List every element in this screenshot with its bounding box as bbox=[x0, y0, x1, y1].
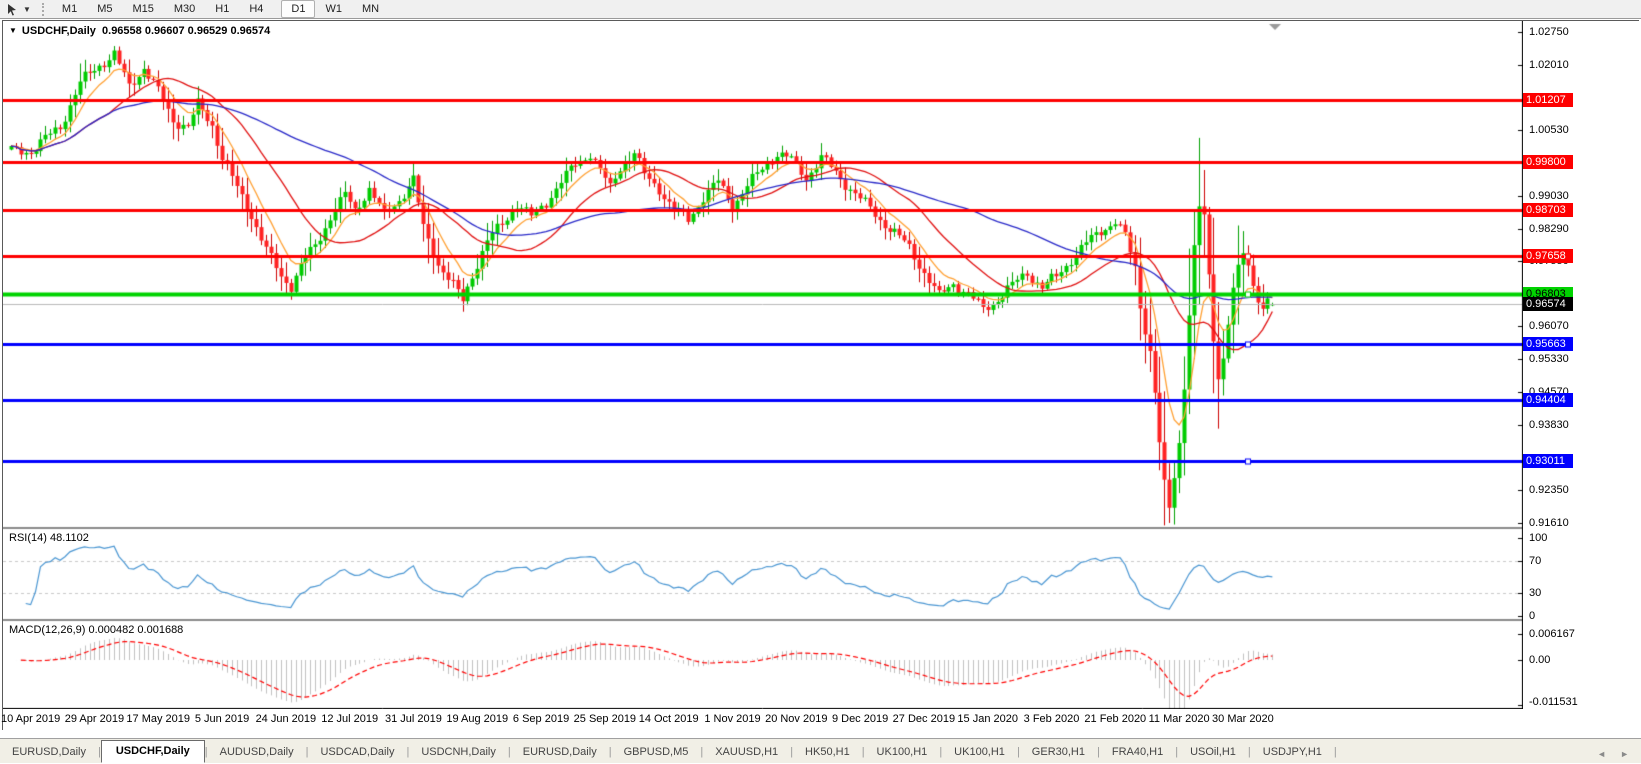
date-axis-label: 14 Oct 2019 bbox=[638, 713, 699, 725]
chart-tab-audusd-daily[interactable]: AUDUSD,Daily bbox=[208, 742, 306, 763]
chart-title: ▼ USDCHF,Daily 0.96558 0.96607 0.96529 0.… bbox=[9, 25, 270, 37]
chart-tab-usdcad-daily[interactable]: USDCAD,Daily bbox=[308, 742, 406, 763]
chart-tab-eurusd-daily[interactable]: EURUSD,Daily bbox=[511, 742, 609, 763]
chart-tab-ger30-h1[interactable]: GER30,H1 bbox=[1020, 742, 1097, 763]
price-level-tag: 0.99800 bbox=[1523, 155, 1573, 169]
chart-tab-bar: EURUSD,Daily | USDCHF,Daily | AUDUSD,Daily | U… bbox=[0, 738, 1641, 763]
timeframe-button-M15[interactable]: M15 bbox=[122, 0, 163, 18]
chart-tab-gbpusd-m5[interactable]: GBPUSD,M5 bbox=[612, 742, 701, 763]
price-axis-label: 1.02010 bbox=[1529, 58, 1569, 71]
chart-symbol-label: USDCHF,Daily bbox=[21, 25, 96, 37]
chart-tab-usoil-h1[interactable]: USOil,H1 bbox=[1178, 742, 1248, 763]
chart-tabs: EURUSD,Daily | USDCHF,Daily | AUDUSD,Daily | U… bbox=[0, 739, 1597, 763]
tab-scroll-arrows: ◄ ► bbox=[1597, 749, 1641, 763]
rsi-axis-label: 0 bbox=[1529, 610, 1536, 622]
date-axis-label: 30 Mar 2020 bbox=[1212, 713, 1274, 725]
date-axis-label: 27 Dec 2019 bbox=[892, 713, 956, 725]
price-axis-label: 1.02750 bbox=[1529, 26, 1569, 38]
rsi-axis-label: 30 bbox=[1529, 586, 1542, 599]
tab-scroll-left-arrow[interactable]: ◄ bbox=[1597, 749, 1606, 759]
caret-down-icon: ▼ bbox=[23, 4, 31, 14]
date-axis-label: 17 May 2019 bbox=[126, 713, 191, 725]
chart-tab-usdjpy-h1[interactable]: USDJPY,H1 bbox=[1251, 742, 1334, 763]
chart-tab-usdchf-daily[interactable]: USDCHF,Daily bbox=[100, 740, 205, 763]
chart-window: ▼ USDCHF,Daily 0.96558 0.96607 0.96529 0.… bbox=[0, 20, 1639, 731]
chart-tab-usdcnh-daily[interactable]: USDCNH,Daily bbox=[409, 742, 508, 763]
macd-axis-label: 0.00 bbox=[1529, 654, 1551, 666]
date-axis-label: 25 Sep 2019 bbox=[573, 713, 637, 725]
date-axis-label: 15 Jan 2020 bbox=[957, 713, 1018, 725]
price-axis-label: 0.96070 bbox=[1529, 320, 1569, 333]
cursor-icon bbox=[8, 3, 16, 15]
price-axis-label: 0.92350 bbox=[1529, 484, 1569, 497]
price-chart-canvas[interactable] bbox=[3, 21, 1523, 709]
timeframe-button-M5[interactable]: M5 bbox=[87, 0, 122, 18]
timeframe-buttons: M1 M5 M15 M30 H1 H4 D1 W1 MN bbox=[52, 0, 389, 18]
timeframe-button-M1[interactable]: M1 bbox=[52, 0, 87, 18]
chart-tab-eurusd-daily[interactable]: EURUSD,Daily bbox=[0, 742, 98, 763]
timeframe-toolbar: ▼ M1 M5 M15 M30 H1 H4 D1 W1 MN bbox=[0, 0, 1641, 19]
date-axis-label: 1 Nov 2019 bbox=[704, 713, 761, 725]
chart-tab-uk100-h1[interactable]: UK100,H1 bbox=[942, 742, 1017, 763]
tab-separator: | bbox=[1333, 746, 1337, 758]
chart-tab-hk50-h1[interactable]: HK50,H1 bbox=[793, 742, 862, 763]
price-level-tag: 0.95663 bbox=[1523, 337, 1573, 352]
price-level-tag: 1.01207 bbox=[1523, 93, 1573, 107]
timeframe-button-W1[interactable]: W1 bbox=[315, 0, 352, 18]
date-axis-label: 9 Dec 2019 bbox=[831, 713, 889, 725]
cursor-tool-button[interactable]: ▼ bbox=[0, 0, 37, 18]
price-level-tag: 0.96574 bbox=[1523, 297, 1573, 312]
date-axis-label: 29 Apr 2019 bbox=[64, 713, 125, 725]
date-axis-label: 24 Jun 2019 bbox=[255, 713, 317, 725]
date-axis-label: 21 Feb 2020 bbox=[1084, 713, 1147, 725]
mt4-terminal: ▼ M1 M5 M15 M30 H1 H4 D1 W1 MN ▼ USDCHF,Daily 0.9… bbox=[0, 0, 1641, 764]
price-axis: 1.027501.020101.005300.990300.982900.975… bbox=[1523, 21, 1639, 731]
chart-tab-xauusd-h1[interactable]: XAUUSD,H1 bbox=[703, 742, 790, 763]
price-level-tag: 0.97658 bbox=[1523, 249, 1573, 264]
macd-current-values: 0.000482 0.001688 bbox=[88, 624, 184, 636]
date-axis-label: 19 Aug 2019 bbox=[446, 713, 509, 725]
date-axis-label: 11 Mar 2020 bbox=[1148, 713, 1210, 725]
chart-tab-fra40-h1[interactable]: FRA40,H1 bbox=[1100, 742, 1175, 763]
timeframe-button-MN[interactable]: MN bbox=[352, 0, 389, 18]
chart-tab-uk100-h1[interactable]: UK100,H1 bbox=[865, 742, 940, 763]
date-axis: 10 Apr 2019 29 Apr 2019 17 May 2019 5 Jun 2… bbox=[0, 711, 1523, 729]
chart-collapse-icon[interactable]: ▼ bbox=[9, 26, 17, 35]
timeframe-button-H1[interactable]: H1 bbox=[205, 0, 239, 18]
date-axis-label: 6 Sep 2019 bbox=[512, 713, 570, 725]
rsi-axis-label: 70 bbox=[1529, 555, 1542, 568]
price-axis-label: 1.00530 bbox=[1529, 123, 1569, 136]
date-axis-label: 5 Jun 2019 bbox=[194, 713, 250, 725]
macd-indicator-label: MACD(12,26,9) 0.000482 0.001688 bbox=[9, 624, 184, 636]
date-axis-label: 12 Jul 2019 bbox=[321, 713, 379, 725]
price-axis-label: 0.93830 bbox=[1529, 419, 1569, 432]
date-axis-label: 31 Jul 2019 bbox=[385, 713, 442, 725]
price-level-tag: 0.93011 bbox=[1523, 454, 1573, 469]
toolbar-grip-handle[interactable] bbox=[41, 2, 47, 16]
macd-axis-label: 0.006167 bbox=[1529, 627, 1575, 640]
price-axis-label: 0.95330 bbox=[1529, 352, 1569, 365]
timeframe-button-D1[interactable]: D1 bbox=[281, 0, 316, 18]
tab-scroll-right-arrow[interactable]: ► bbox=[1620, 749, 1629, 759]
rsi-indicator-label: RSI(14) 48.1102 bbox=[9, 532, 89, 544]
price-axis-label: 0.91610 bbox=[1529, 516, 1569, 529]
timeframe-button-H4[interactable]: H4 bbox=[239, 0, 273, 18]
price-level-tag: 0.94404 bbox=[1523, 392, 1573, 407]
price-level-tag: 0.98703 bbox=[1523, 203, 1573, 218]
macd-axis-label: -0.011531 bbox=[1529, 696, 1578, 708]
date-axis-label: 10 Apr 2019 bbox=[0, 713, 61, 725]
date-axis-label: 3 Feb 2020 bbox=[1023, 713, 1080, 725]
rsi-axis-label: 100 bbox=[1529, 532, 1548, 544]
rsi-current-value: 48.1102 bbox=[49, 532, 89, 544]
timeframe-button-M30[interactable]: M30 bbox=[164, 0, 205, 18]
price-axis-label: 0.98290 bbox=[1529, 222, 1569, 235]
chart-ohlc-values: 0.96558 0.96607 0.96529 0.96574 bbox=[102, 25, 271, 37]
price-axis-label: 0.99030 bbox=[1529, 189, 1569, 202]
date-axis-label: 20 Nov 2019 bbox=[765, 713, 828, 725]
